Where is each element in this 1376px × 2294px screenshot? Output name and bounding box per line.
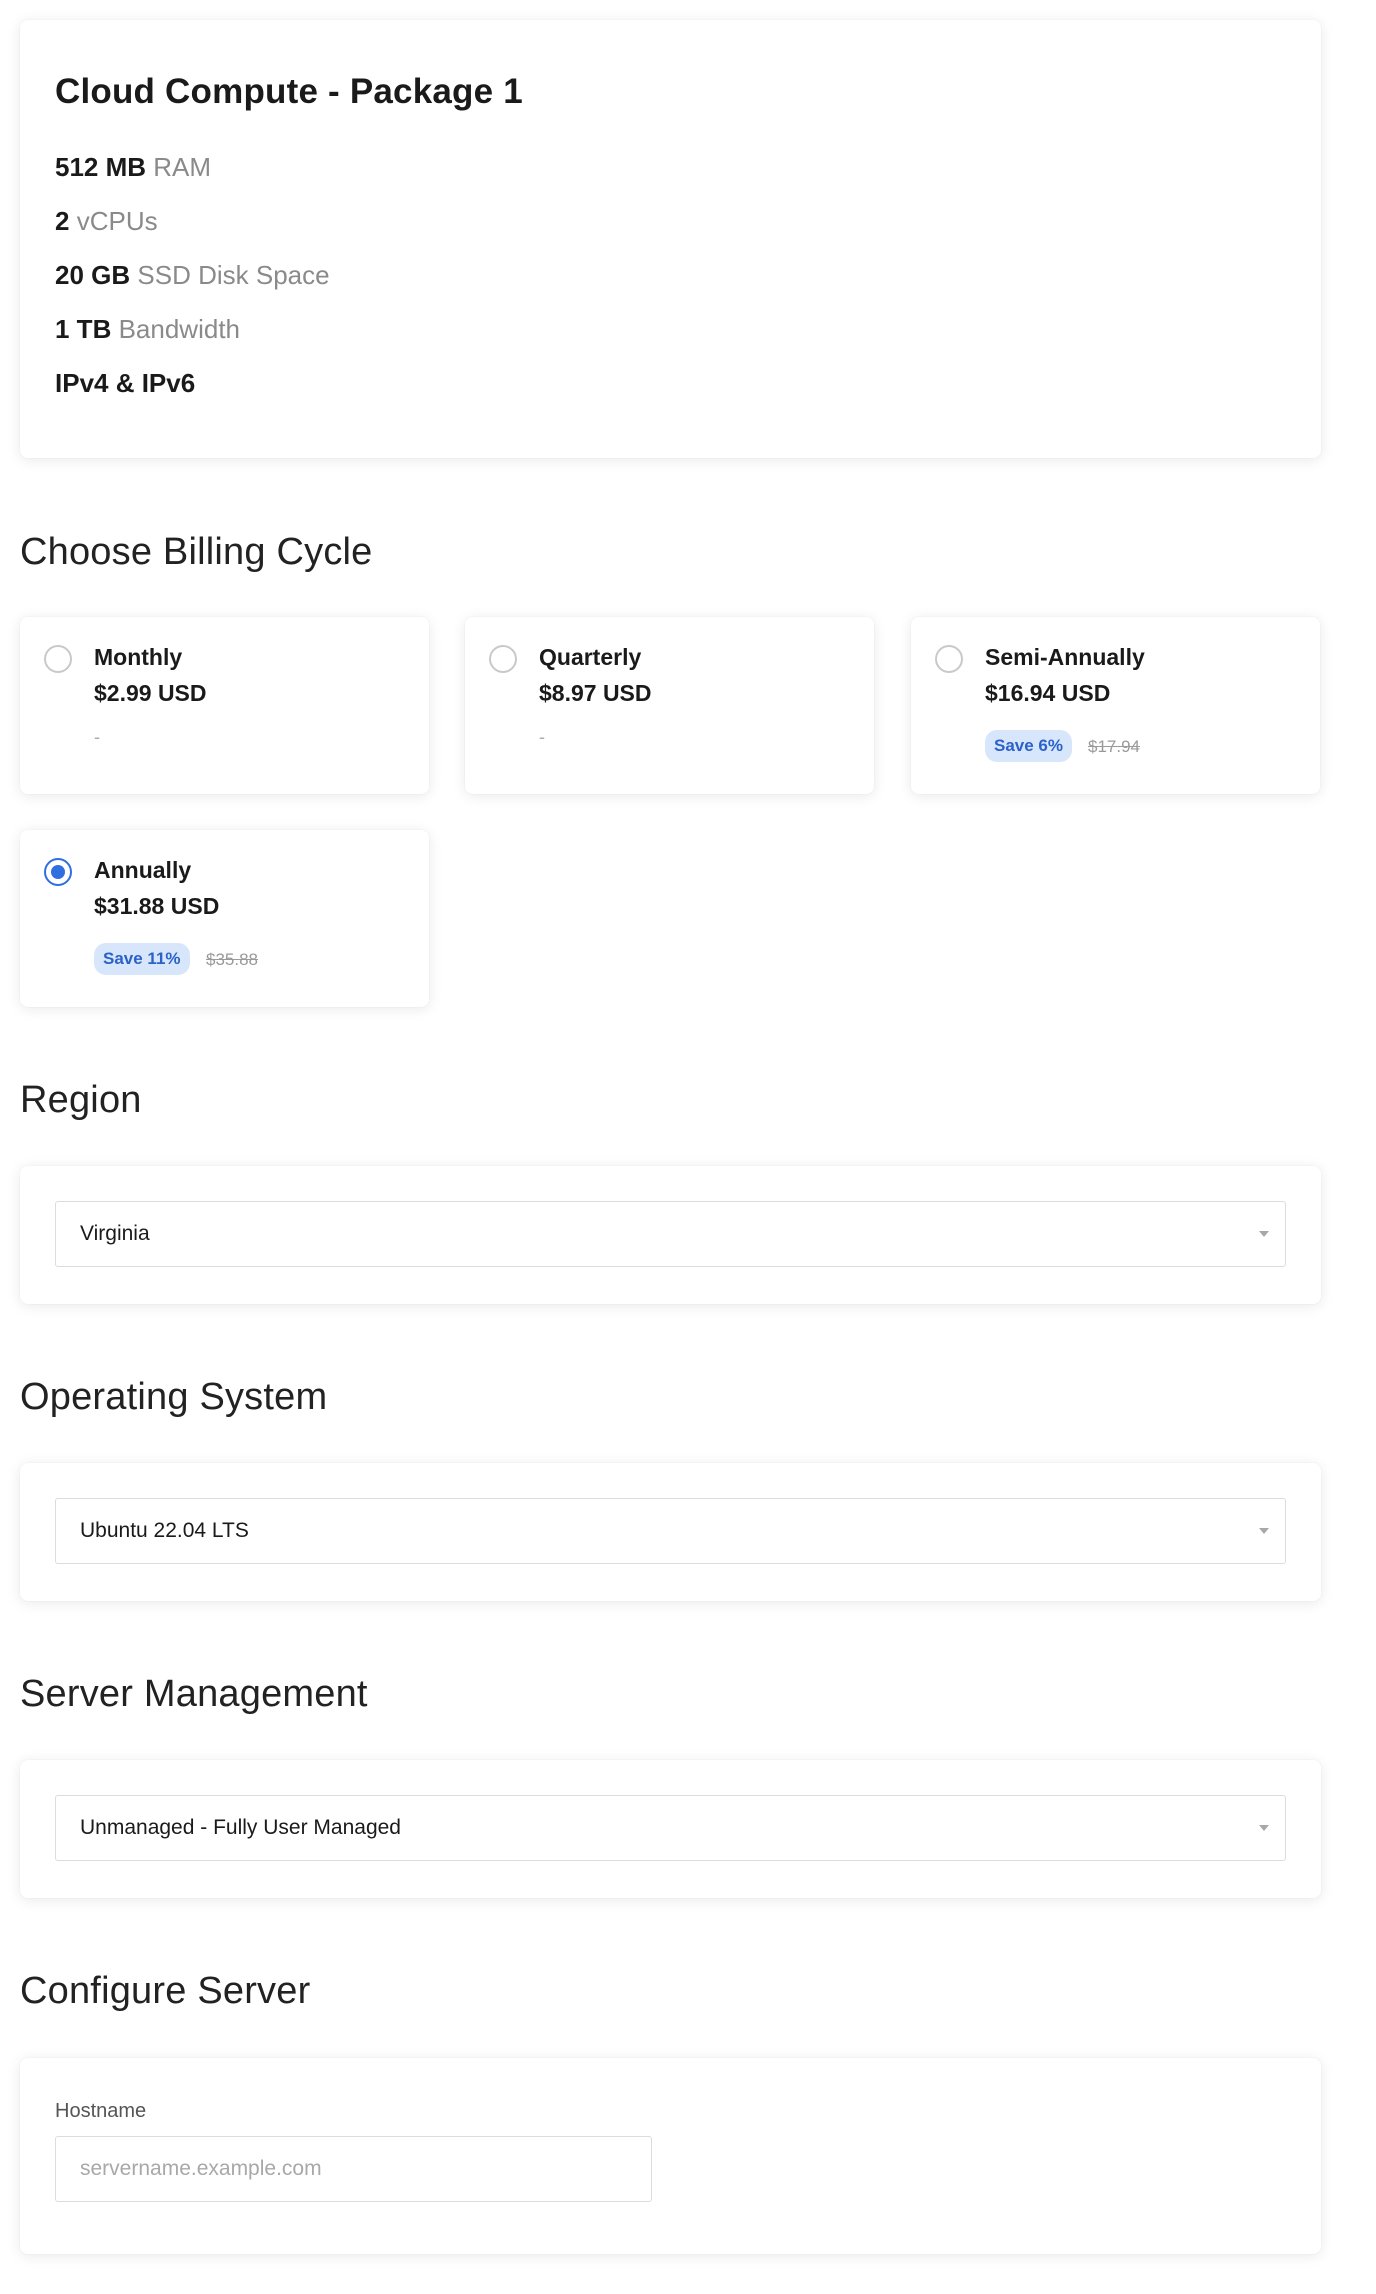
spec-ram: 512 MB RAM bbox=[55, 152, 1286, 182]
billing-option-annually[interactable]: Annually $31.88 USD Save 11% $35.88 bbox=[20, 830, 429, 1007]
os-section-title: Operating System bbox=[20, 1376, 328, 1418]
spec-cpu-value: 2 bbox=[55, 206, 70, 236]
radio-quarterly[interactable] bbox=[489, 645, 517, 673]
management-card: Unmanaged - Fully User Managed bbox=[20, 1760, 1321, 1898]
option-price: $8.97 USD bbox=[539, 680, 652, 706]
billing-option-semi-annually[interactable]: Semi-Annually $16.94 USD Save 6% $17.94 bbox=[911, 617, 1320, 794]
package-title: Cloud Compute - Package 1 bbox=[55, 72, 523, 111]
radio-monthly[interactable] bbox=[44, 645, 72, 673]
hostname-input[interactable] bbox=[55, 2136, 652, 2202]
option-name: Annually bbox=[94, 857, 192, 883]
management-select[interactable]: Unmanaged - Fully User Managed bbox=[55, 1795, 1286, 1861]
spec-disk: 20 GB SSD Disk Space bbox=[55, 260, 1286, 290]
option-price: $16.94 USD bbox=[985, 680, 1111, 706]
management-section-title: Server Management bbox=[20, 1673, 368, 1715]
spec-ram-label: RAM bbox=[153, 152, 212, 182]
spec-disk-label: SSD Disk Space bbox=[137, 260, 330, 290]
chevron-down-icon bbox=[1259, 1231, 1269, 1237]
option-price: $31.88 USD bbox=[94, 893, 220, 919]
region-select-value: Virginia bbox=[80, 1222, 150, 1245]
save-badge: Save 6% bbox=[985, 730, 1072, 762]
spec-cpu-label: vCPUs bbox=[76, 206, 158, 236]
chevron-down-icon bbox=[1259, 1825, 1269, 1831]
management-select-value: Unmanaged - Fully User Managed bbox=[80, 1816, 401, 1839]
configure-section-title: Configure Server bbox=[20, 1970, 311, 2012]
billing-option-quarterly[interactable]: Quarterly $8.97 USD - bbox=[465, 617, 874, 794]
os-card: Ubuntu 22.04 LTS bbox=[20, 1463, 1321, 1601]
region-select[interactable]: Virginia bbox=[55, 1201, 1286, 1267]
os-select-value: Ubuntu 22.04 LTS bbox=[80, 1519, 249, 1542]
spec-bandwidth: 1 TB Bandwidth bbox=[55, 314, 1286, 344]
region-section-title: Region bbox=[20, 1079, 142, 1121]
save-badge: Save 11% bbox=[94, 943, 190, 975]
original-price: $17.94 bbox=[1088, 737, 1140, 756]
option-name: Quarterly bbox=[539, 644, 642, 670]
configure-card: Hostname bbox=[20, 2058, 1321, 2254]
option-name: Monthly bbox=[94, 644, 183, 670]
spec-cpu: 2 vCPUs bbox=[55, 206, 1286, 236]
package-card: Cloud Compute - Package 1 512 MB RAM 2 v… bbox=[20, 20, 1321, 458]
option-name: Semi-Annually bbox=[985, 644, 1145, 670]
billing-option-monthly[interactable]: Monthly $2.99 USD - bbox=[20, 617, 429, 794]
option-note: - bbox=[539, 727, 545, 747]
hostname-label: Hostname bbox=[55, 2100, 147, 2122]
spec-bandwidth-label: Bandwidth bbox=[118, 314, 240, 344]
option-price: $2.99 USD bbox=[94, 680, 207, 706]
chevron-down-icon bbox=[1259, 1528, 1269, 1534]
radio-semi-annually[interactable] bbox=[935, 645, 963, 673]
spec-disk-value: 20 GB bbox=[55, 260, 131, 290]
original-price: $35.88 bbox=[206, 950, 258, 969]
radio-annually[interactable] bbox=[44, 858, 72, 886]
spec-ip: IPv4 & IPv6 bbox=[55, 368, 1286, 398]
region-card: Virginia bbox=[20, 1166, 1321, 1304]
option-note: - bbox=[94, 727, 100, 747]
spec-ip-value: IPv4 & IPv6 bbox=[55, 368, 196, 398]
os-select[interactable]: Ubuntu 22.04 LTS bbox=[55, 1498, 1286, 1564]
spec-bandwidth-value: 1 TB bbox=[55, 314, 112, 344]
spec-ram-value: 512 MB bbox=[55, 152, 147, 182]
billing-section-title: Choose Billing Cycle bbox=[20, 531, 373, 573]
